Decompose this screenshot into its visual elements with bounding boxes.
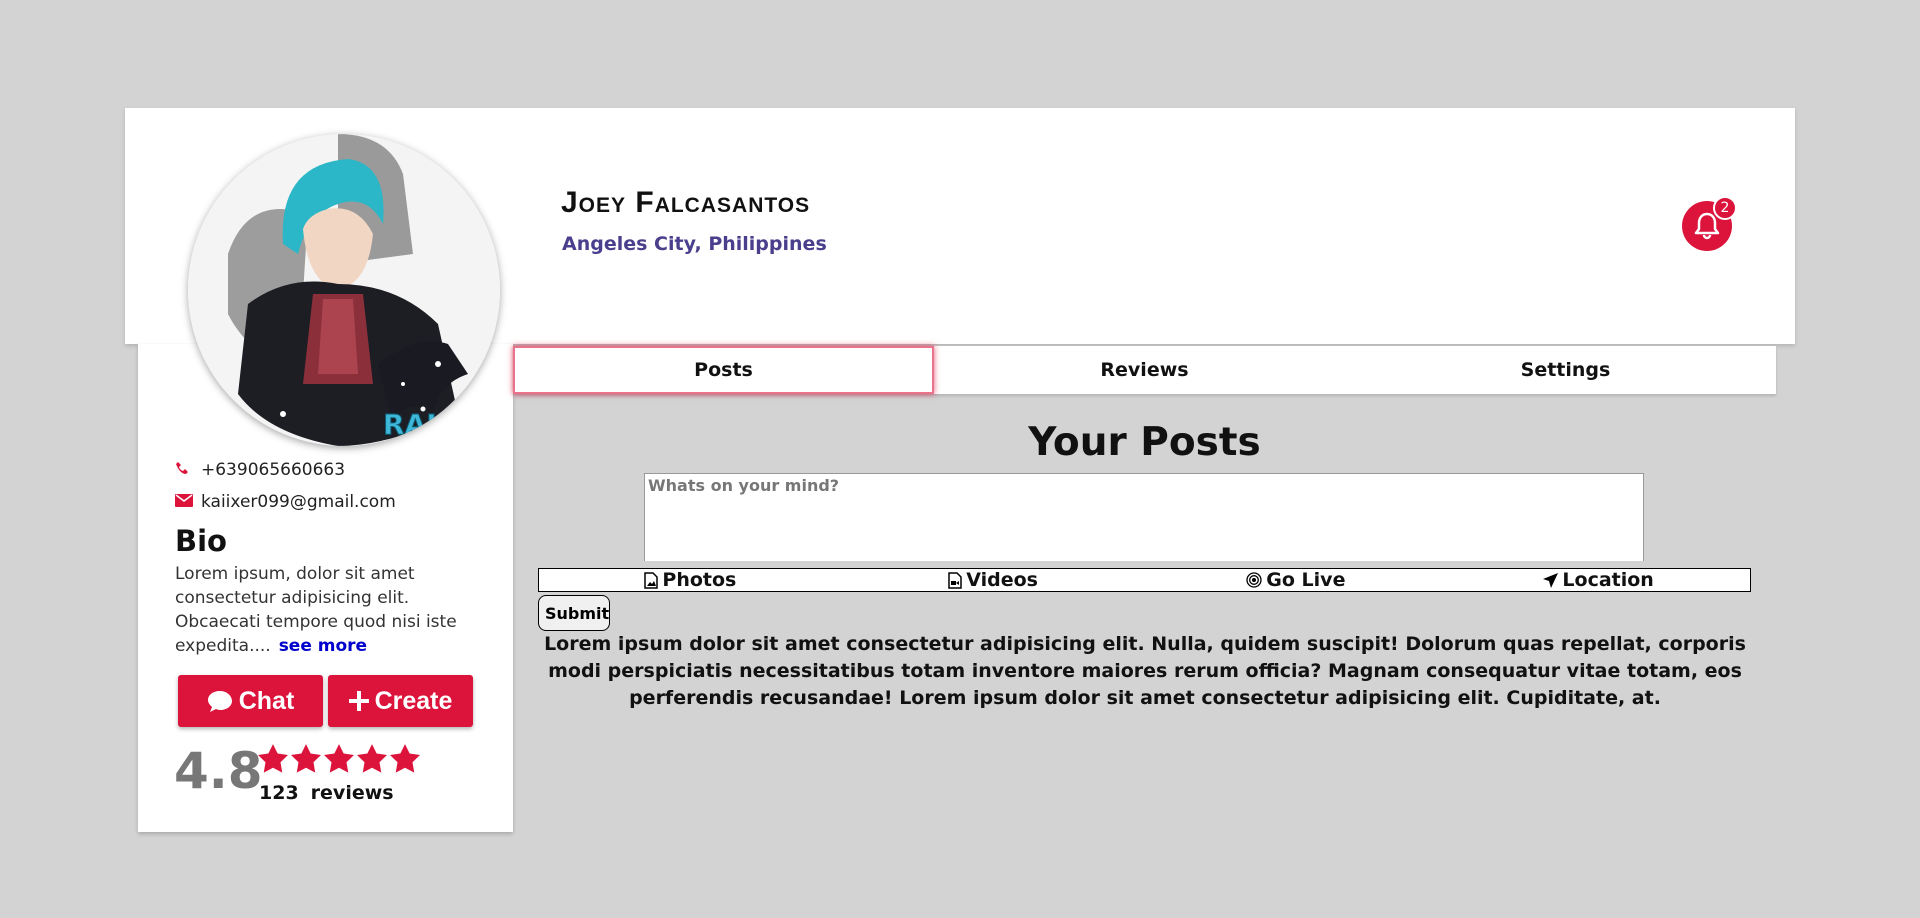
email-address[interactable]: kaiixer099@gmail.com bbox=[201, 492, 396, 512]
notification-badge: 2 bbox=[1713, 196, 1737, 220]
post-content: Lorem ipsum dolor sit amet consectetur a… bbox=[544, 633, 1746, 709]
photos-option[interactable]: Photos bbox=[539, 569, 842, 591]
photos-label: Photos bbox=[662, 569, 737, 591]
bio-text: Lorem ipsum, dolor sit amet consectetur … bbox=[175, 562, 465, 658]
contact-email: kaiixer099@gmail.com bbox=[175, 492, 396, 512]
star-icon bbox=[291, 744, 321, 773]
profile-location: Angeles City, Philippines bbox=[562, 233, 827, 255]
rating-stars bbox=[258, 744, 420, 773]
videos-label: Videos bbox=[966, 569, 1038, 591]
media-options-bar: Photos Videos Go Live Location bbox=[538, 568, 1751, 592]
go-live-label: Go Live bbox=[1266, 569, 1346, 591]
star-icon bbox=[324, 744, 354, 773]
location-option[interactable]: Location bbox=[1447, 569, 1750, 591]
plus-icon bbox=[348, 691, 369, 711]
rating-score: 4.8 bbox=[174, 742, 263, 800]
profile-tabs: Posts Reviews Settings bbox=[513, 346, 1776, 394]
phone-number: +639065660663 bbox=[201, 460, 346, 480]
create-button[interactable]: Create bbox=[328, 675, 473, 727]
create-label: Create bbox=[374, 686, 453, 715]
location-label: Location bbox=[1562, 569, 1654, 591]
profile-name: Joey Falcasantos bbox=[561, 186, 811, 219]
review-count: 123 reviews bbox=[259, 782, 394, 804]
chat-bubble-icon bbox=[207, 691, 232, 712]
star-icon bbox=[258, 744, 288, 773]
tab-reviews[interactable]: Reviews bbox=[934, 346, 1355, 394]
star-icon bbox=[390, 744, 420, 773]
see-more-link[interactable]: see more bbox=[279, 636, 367, 656]
videos-option[interactable]: Videos bbox=[842, 569, 1145, 591]
chat-label: Chat bbox=[238, 686, 295, 715]
contact-phone: +639065660663 bbox=[175, 460, 345, 480]
post-input[interactable] bbox=[644, 473, 1644, 561]
phone-icon bbox=[175, 460, 201, 480]
chat-button[interactable]: Chat bbox=[178, 675, 323, 727]
envelope-icon bbox=[175, 492, 201, 512]
tab-settings[interactable]: Settings bbox=[1355, 346, 1776, 394]
review-label: reviews bbox=[310, 782, 394, 804]
bio-heading: Bio bbox=[175, 524, 227, 558]
tab-posts[interactable]: Posts bbox=[513, 346, 934, 394]
review-number: 123 bbox=[259, 782, 299, 804]
image-file-icon bbox=[644, 571, 659, 589]
posts-heading: Your Posts bbox=[1028, 420, 1261, 465]
star-icon bbox=[357, 744, 387, 773]
avatar: RAI bbox=[188, 134, 500, 446]
go-live-option[interactable]: Go Live bbox=[1145, 569, 1448, 591]
broadcast-icon bbox=[1246, 572, 1262, 588]
location-arrow-icon bbox=[1543, 572, 1559, 588]
submit-button[interactable]: Submit bbox=[538, 595, 610, 631]
video-file-icon bbox=[948, 571, 962, 589]
